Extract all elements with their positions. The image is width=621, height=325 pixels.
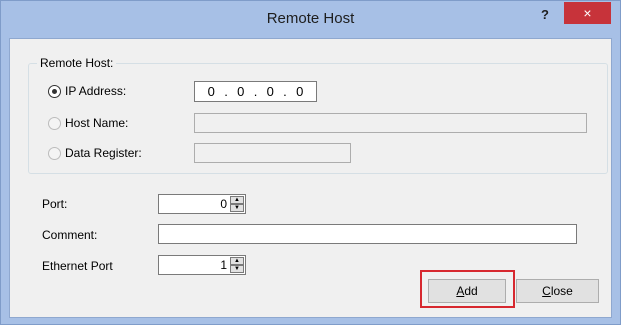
add-button-highlight	[420, 270, 515, 308]
port-down-arrow-icon[interactable]: ▼	[230, 204, 244, 212]
remote-host-legend: Remote Host:	[37, 56, 117, 70]
radio-ip-address[interactable]: IP Address:	[48, 84, 126, 98]
ip-dot-2: .	[253, 84, 258, 99]
comment-label: Comment:	[42, 228, 98, 242]
host-name-field[interactable]	[194, 113, 587, 133]
port-label: Port:	[42, 197, 68, 211]
radio-host-name-indicator[interactable]	[48, 116, 61, 130]
port-spin-buttons: ▲ ▼	[230, 196, 244, 212]
dialog-body: Remote Host: IP Address: 0 . 0 . 0 . 0 H…	[9, 38, 612, 318]
port-value[interactable]: 0	[220, 197, 227, 211]
ip-octet-4[interactable]: 0	[296, 84, 303, 99]
help-button[interactable]: ?	[534, 5, 556, 25]
ethernet-port-spinner[interactable]: 1 ▲ ▼	[158, 255, 246, 275]
title-bar[interactable]: Remote Host ? ×	[1, 1, 620, 37]
window-title: Remote Host	[266, 10, 355, 27]
close-window-button[interactable]: ×	[564, 2, 611, 24]
ip-octet-2[interactable]: 0	[237, 84, 244, 99]
ip-address-field[interactable]: 0 . 0 . 0 . 0	[194, 81, 317, 102]
port-up-arrow-icon[interactable]: ▲	[230, 196, 244, 204]
close-button-label: lose	[550, 284, 573, 298]
radio-host-name-label: Host Name:	[65, 116, 129, 130]
comment-field[interactable]	[158, 224, 577, 244]
ethernet-port-label: Ethernet Port	[42, 259, 113, 273]
radio-data-register-indicator[interactable]	[48, 146, 61, 160]
port-spinner[interactable]: 0 ▲ ▼	[158, 194, 246, 214]
ethernet-port-value[interactable]: 1	[220, 258, 227, 272]
radio-ip-address-indicator[interactable]	[48, 84, 61, 98]
dialog-window: Remote Host ? × Remote Host: IP Address:…	[0, 0, 621, 325]
radio-data-register-label: Data Register:	[65, 146, 142, 160]
radio-ip-address-label: IP Address:	[65, 84, 127, 98]
ethernet-port-up-arrow-icon[interactable]: ▲	[230, 257, 244, 265]
ip-octet-3[interactable]: 0	[267, 84, 274, 99]
ethernet-port-spin-buttons: ▲ ▼	[230, 257, 244, 273]
ip-dot-3: .	[283, 84, 287, 99]
ethernet-port-down-arrow-icon[interactable]: ▼	[230, 265, 244, 273]
radio-host-name[interactable]: Host Name:	[48, 116, 128, 130]
radio-data-register[interactable]: Data Register:	[48, 146, 142, 160]
ip-octet-1[interactable]: 0	[208, 84, 215, 99]
data-register-field[interactable]	[194, 143, 351, 163]
close-button-mnemonic: C	[542, 284, 551, 298]
close-button[interactable]: Close	[516, 279, 599, 303]
ip-dot-1: .	[224, 84, 228, 99]
